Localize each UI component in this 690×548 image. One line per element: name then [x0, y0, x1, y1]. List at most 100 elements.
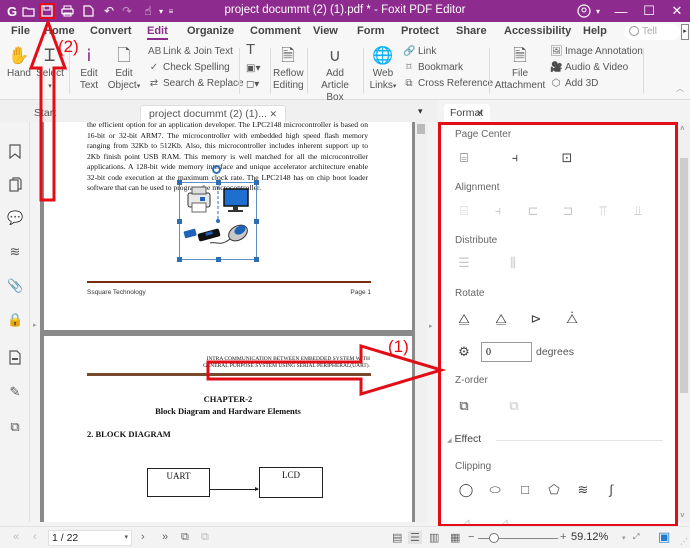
resize-handle[interactable] [177, 219, 182, 224]
resize-handle[interactable] [177, 180, 182, 185]
close-panel-icon[interactable]: ✕ [476, 104, 484, 123]
single-page-view-icon[interactable]: ▤ [392, 531, 402, 544]
menu-scroll-right-button[interactable]: ▸ [681, 24, 689, 40]
resize-handle[interactable] [254, 257, 259, 262]
send-backward-icon[interactable]: ⧉ [505, 397, 523, 415]
assistant-chat-icon[interactable]: ▣ [658, 529, 670, 545]
edit-object-button[interactable]: 🗋 Edit Object▾ [106, 46, 142, 93]
align-right-icon[interactable]: ⊐ [559, 202, 577, 220]
add-3d-button[interactable]: ⬡ Add 3D [550, 77, 599, 91]
align-left-icon[interactable]: ⊏ [524, 202, 542, 220]
scroll-up-icon[interactable]: ˄ [680, 124, 685, 133]
rotation-degrees-input[interactable] [481, 342, 532, 362]
previous-page-icon[interactable]: ‹ [33, 531, 37, 543]
center-vertical-icon[interactable]: ⫞ [506, 149, 524, 167]
add-article-box-button[interactable]: ∪ Add Article Box [312, 46, 358, 104]
resize-handle[interactable] [177, 257, 182, 262]
first-page-icon[interactable]: « [13, 531, 19, 543]
check-spelling-button[interactable]: ✓ Check Spelling [148, 61, 230, 75]
tab-view[interactable]: View [313, 25, 338, 37]
zoom-in-icon[interactable]: + [560, 531, 566, 543]
collapse-ribbon-icon[interactable]: ︿ [676, 82, 684, 96]
fit-page-icon[interactable]: ⤢ [633, 532, 639, 542]
expand-nav-icon[interactable]: ▸ [33, 321, 37, 329]
attachments-icon[interactable]: 📎 [7, 278, 23, 294]
chevron-down-icon[interactable]: ▾ [124, 531, 128, 545]
collapse-panel-icon[interactable]: ▸ [429, 322, 433, 330]
panel-scrollbar-thumb[interactable] [680, 158, 688, 393]
align-center-horizontal-icon[interactable]: ⌸ [455, 202, 473, 220]
clip-ellipse-icon[interactable]: ⬭ [486, 481, 504, 499]
signature-pen-icon[interactable]: ✎ [7, 384, 23, 400]
tab-organize[interactable]: Organize [187, 25, 234, 37]
tab-protect[interactable]: Protect [401, 25, 439, 37]
clip-curve-icon[interactable]: ∫ [602, 481, 620, 499]
search-replace-button[interactable]: ⇄ Search & Replace [148, 77, 244, 91]
hand-button[interactable]: ✋ Hand [5, 46, 33, 80]
format-panel-tab[interactable]: Format ✕ [444, 104, 490, 123]
tab-help[interactable]: Help [583, 25, 607, 37]
flip-vertical-icon[interactable]: ⧊ [563, 310, 581, 328]
clip-pentagon-icon[interactable]: ⬠ [545, 481, 563, 499]
clip-circle-icon[interactable]: ◯ [457, 481, 475, 499]
clip-rectangle-icon[interactable]: □ [516, 481, 534, 499]
next-view-icon[interactable]: ⧉ [201, 531, 209, 544]
document-view[interactable]: the efficient option for an application … [40, 122, 415, 522]
audio-video-button[interactable]: 🎥 Audio & Video [550, 61, 628, 75]
selected-image-object[interactable] [177, 180, 259, 262]
distribute-horizontal-icon[interactable]: ⫼ [504, 254, 522, 272]
resize-handle[interactable] [216, 180, 221, 185]
minimize-button[interactable]: — [606, 0, 636, 22]
zoom-out-icon[interactable]: − [468, 531, 474, 543]
tab-convert[interactable]: Convert [90, 25, 132, 37]
rotate-left-icon[interactable]: ⧋ [455, 310, 473, 328]
document-vertical-scrollbar[interactable] [415, 122, 427, 522]
next-page-icon[interactable]: › [141, 531, 145, 543]
layers-icon[interactable]: ≋ [7, 244, 23, 260]
align-top-icon[interactable]: ⫪ [594, 202, 612, 220]
clip-freehand-icon[interactable]: ≋ [574, 481, 592, 499]
page-number-field[interactable]: 1 / 22 ▾ [48, 530, 132, 546]
tab-document[interactable]: project docummt (2) (1)... ✕ [140, 105, 286, 122]
cross-reference-button[interactable]: ⧉ Cross Reference [403, 77, 493, 91]
align-middle-icon[interactable]: ⫞ [489, 202, 507, 220]
resize-grip-icon[interactable]: ⋰ [680, 537, 688, 546]
link-button[interactable]: 🔗 Link [403, 45, 436, 59]
flip-horizontal-icon[interactable]: ⊳ [527, 310, 545, 328]
rotate-right-icon[interactable]: ⧋ [492, 310, 510, 328]
rotate-handle[interactable] [212, 165, 221, 174]
distribute-vertical-icon[interactable]: ☰ [455, 254, 473, 272]
tabs-overflow-icon[interactable]: ▾ [418, 106, 423, 117]
link-join-text-button[interactable]: AB Link & Join Text [148, 45, 233, 59]
zoom-dropdown-icon[interactable]: ▾ [622, 534, 626, 542]
comments-icon[interactable]: 💬 [7, 210, 23, 226]
security-lock-icon[interactable]: 🔒 [7, 312, 23, 328]
scrollbar-thumb[interactable] [417, 124, 425, 134]
panel-vertical-scrollbar[interactable]: ˄ ˅ [678, 122, 690, 522]
bookmark-icon[interactable] [7, 144, 23, 160]
add-text-button[interactable]: T [246, 42, 255, 57]
file-attachment-button[interactable]: 🗎 File Attachment [494, 46, 546, 92]
continuous-view-icon[interactable]: ☰ [408, 531, 422, 544]
continuous-facing-view-icon[interactable]: ▦ [450, 531, 460, 544]
tab-form[interactable]: Form [357, 25, 385, 37]
center-horizontal-icon[interactable]: ⌸ [455, 149, 473, 167]
image-annotation-button[interactable]: 🖼 Image Annotation [550, 45, 643, 59]
close-window-button[interactable]: ✕ [662, 0, 690, 22]
tab-file[interactable]: File [11, 25, 30, 37]
form-fields-icon[interactable] [7, 350, 23, 366]
edit-text-button[interactable]: Ꭵ Edit Text [76, 46, 102, 92]
align-bottom-icon[interactable]: ⫫ [629, 202, 647, 220]
bookmark-button[interactable]: ⌑ Bookmark [403, 61, 463, 75]
resize-handle[interactable] [254, 219, 259, 224]
compare-icon[interactable]: ⧉ [7, 419, 23, 435]
tab-accessibility[interactable]: Accessibility [504, 25, 571, 37]
tab-home[interactable]: Home [44, 25, 75, 37]
web-links-button[interactable]: 🌐 Web Links▾ [369, 46, 397, 93]
close-tab-icon[interactable]: ✕ [269, 106, 277, 123]
facing-view-icon[interactable]: ▥ [429, 531, 439, 544]
tab-comment[interactable]: Comment [250, 25, 301, 37]
zoom-slider-thumb[interactable] [489, 533, 499, 543]
tab-share[interactable]: Share [456, 25, 487, 37]
effect-section-header[interactable]: ◢ Effect [447, 433, 481, 445]
